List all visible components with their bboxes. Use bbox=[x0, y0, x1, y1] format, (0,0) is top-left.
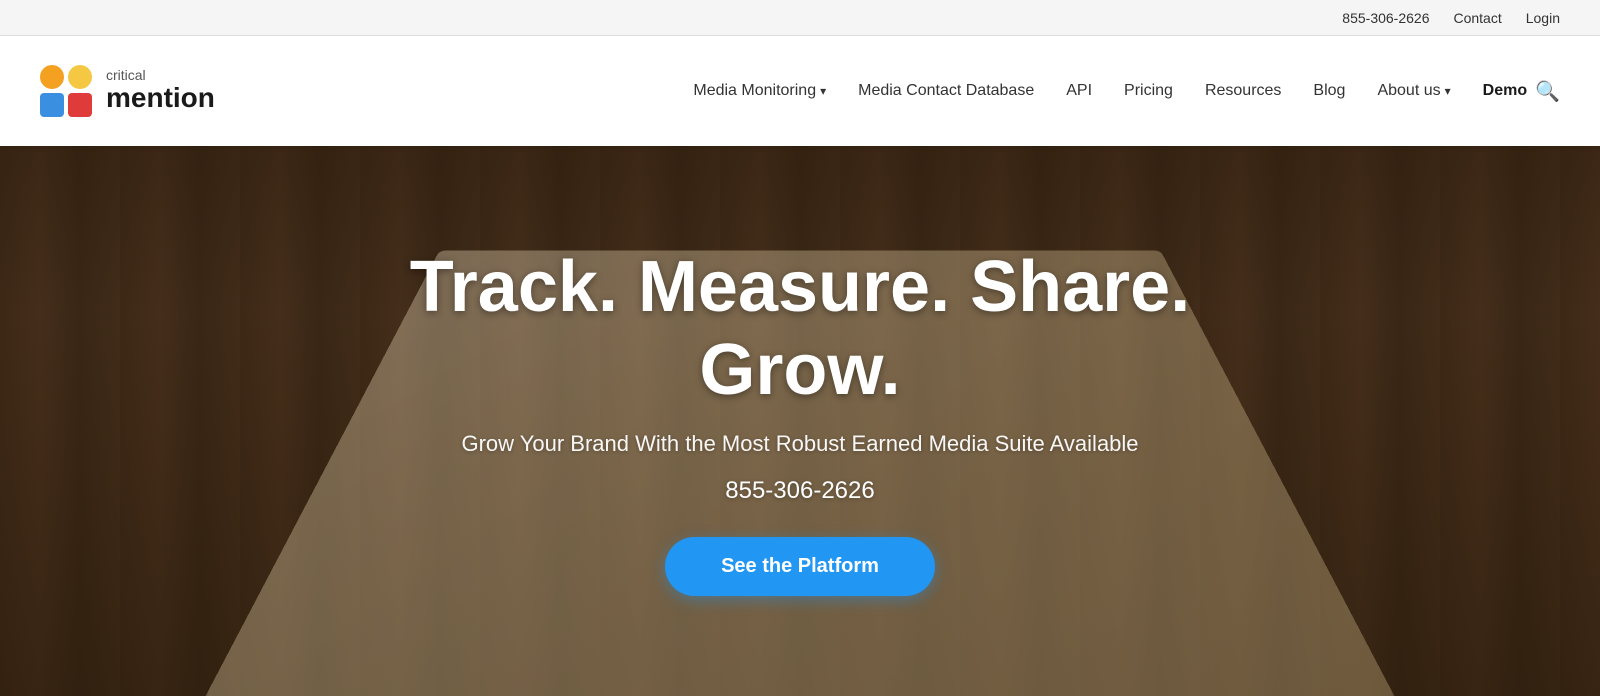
see-platform-button[interactable]: See the Platform bbox=[665, 537, 935, 596]
top-bar: 855-306-2626 Contact Login bbox=[0, 0, 1600, 36]
nav-link-resources[interactable]: Resources bbox=[1205, 82, 1281, 99]
nav-link-api[interactable]: API bbox=[1066, 82, 1092, 99]
nav-item-about-us[interactable]: About us bbox=[1377, 82, 1450, 100]
nav-item-media-contact-db[interactable]: Media Contact Database bbox=[858, 82, 1034, 100]
nav-item-resources[interactable]: Resources bbox=[1205, 82, 1281, 100]
logo-icon bbox=[40, 65, 96, 117]
nav-item-api[interactable]: API bbox=[1066, 82, 1092, 100]
topbar-contact[interactable]: Contact bbox=[1453, 10, 1501, 26]
nav-link-media-monitoring[interactable]: Media Monitoring bbox=[693, 82, 826, 100]
nav-link-media-contact-db[interactable]: Media Contact Database bbox=[858, 82, 1034, 99]
nav-link-about-us[interactable]: About us bbox=[1377, 82, 1450, 100]
logo-critical: critical bbox=[106, 68, 215, 83]
nav-link-pricing[interactable]: Pricing bbox=[1124, 82, 1173, 99]
search-button[interactable]: 🔍 bbox=[1535, 79, 1560, 104]
logo-text: critical mention bbox=[106, 68, 215, 114]
logo[interactable]: critical mention bbox=[40, 65, 215, 117]
topbar-login[interactable]: Login bbox=[1526, 10, 1560, 26]
logo-mention: mention bbox=[106, 83, 215, 114]
hero-headline-line2: Grow. bbox=[699, 330, 900, 410]
hero-headline: Track. Measure. Share. Grow. bbox=[410, 246, 1190, 412]
topbar-phone[interactable]: 855-306-2626 bbox=[1342, 10, 1429, 26]
hero-phone[interactable]: 855-306-2626 bbox=[410, 477, 1190, 505]
nav-link-demo[interactable]: Demo bbox=[1483, 82, 1527, 99]
nav-item-demo[interactable]: Demo bbox=[1483, 82, 1527, 100]
nav-item-media-monitoring[interactable]: Media Monitoring bbox=[693, 82, 826, 100]
search-icon: 🔍 bbox=[1535, 81, 1560, 103]
hero-content: Track. Measure. Share. Grow. Grow Your B… bbox=[390, 246, 1210, 597]
main-nav: critical mention Media Monitoring Media … bbox=[0, 36, 1600, 146]
hero-subtitle: Grow Your Brand With the Most Robust Ear… bbox=[410, 431, 1190, 457]
nav-links: Media Monitoring Media Contact Database … bbox=[693, 82, 1527, 100]
hero-section: Track. Measure. Share. Grow. Grow Your B… bbox=[0, 146, 1600, 696]
hero-headline-line1: Track. Measure. Share. bbox=[410, 247, 1190, 327]
nav-item-blog[interactable]: Blog bbox=[1313, 82, 1345, 100]
nav-item-pricing[interactable]: Pricing bbox=[1124, 82, 1173, 100]
nav-link-blog[interactable]: Blog bbox=[1313, 82, 1345, 99]
